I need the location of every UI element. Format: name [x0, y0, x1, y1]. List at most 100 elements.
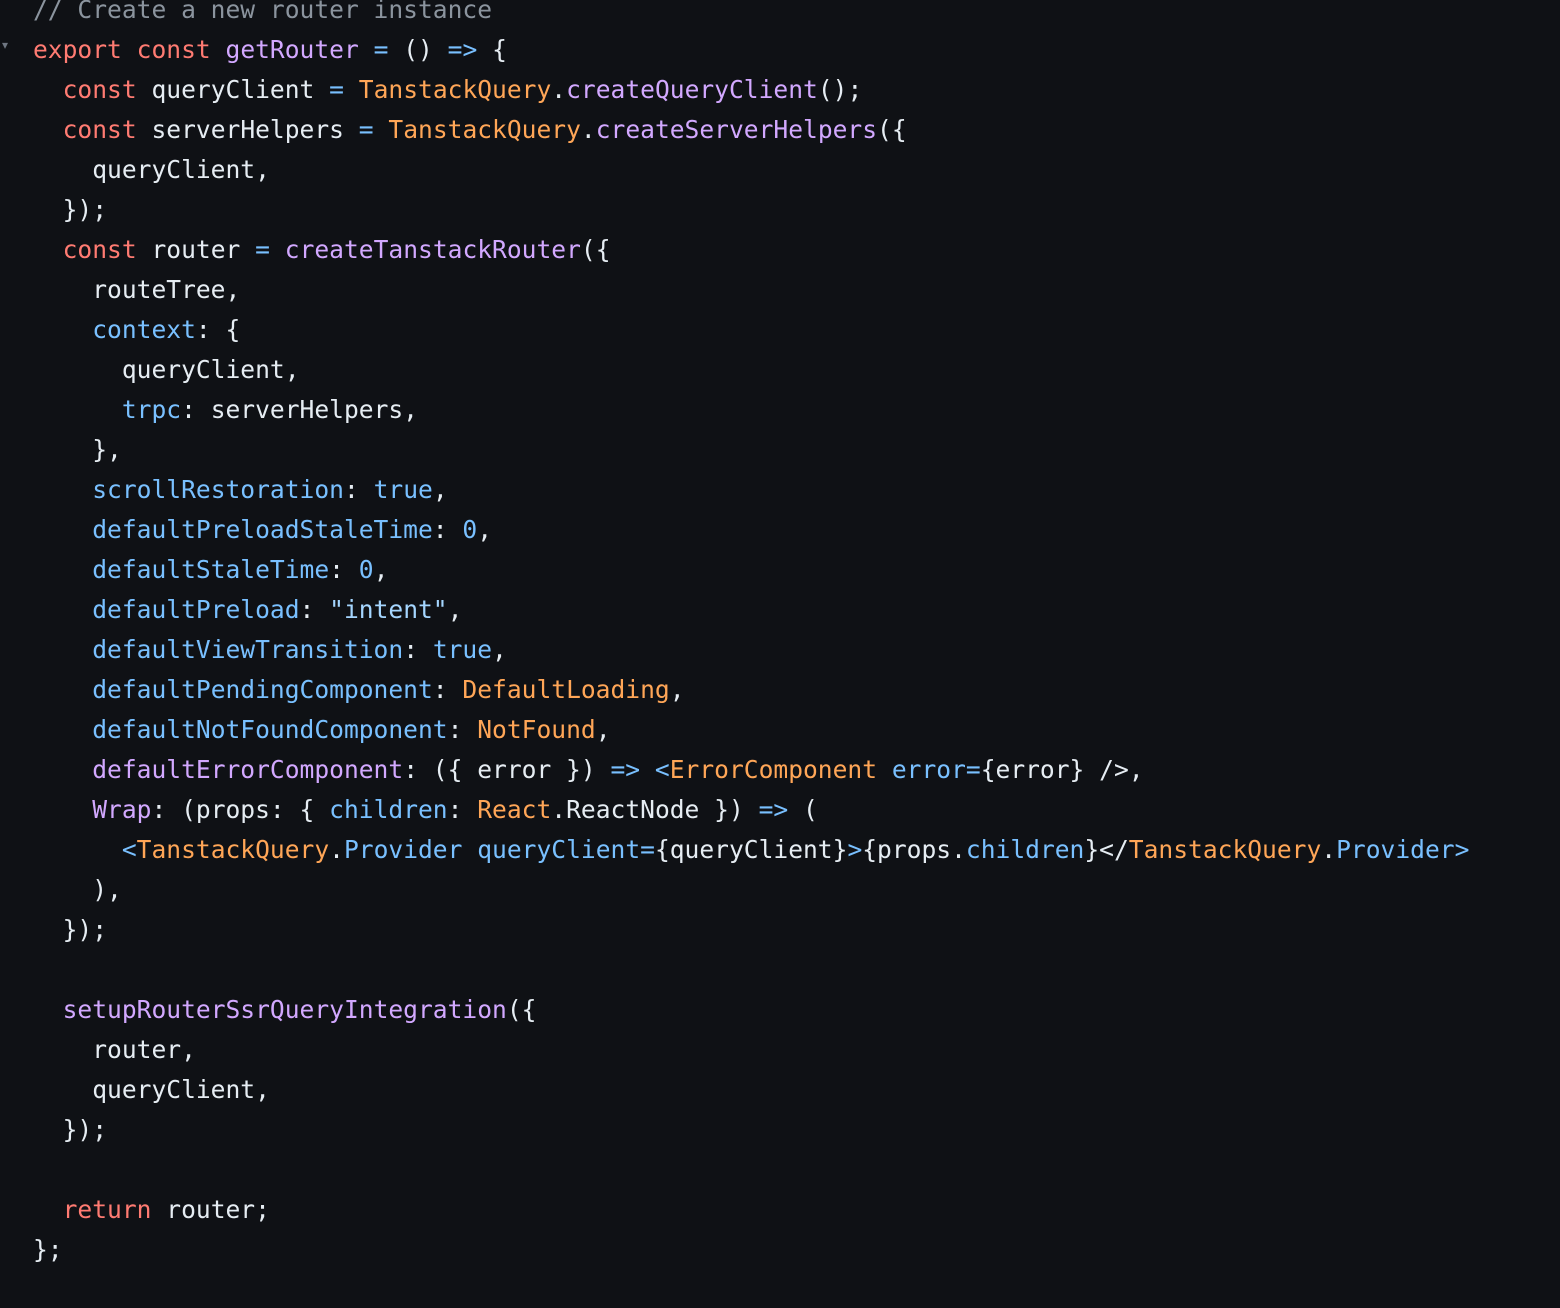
- code-line: Wrap: (props: { children: React.ReactNod…: [33, 790, 1469, 830]
- code-token-default: [33, 1195, 63, 1224]
- code-token-default: .: [329, 835, 344, 864]
- code-line: scrollRestoration: true,: [33, 470, 1469, 510]
- code-editor[interactable]: ▾ // Create a new router instance export …: [0, 0, 1560, 1308]
- code-token-operator: =>: [447, 35, 478, 64]
- code-token-default: routeTree,: [33, 275, 241, 304]
- code-token-default: [462, 835, 477, 864]
- code-token-default: {queryClient}: [654, 835, 848, 864]
- code-token-comment: // Create a new router instance: [33, 0, 493, 24]
- code-token-default: ,: [373, 555, 389, 584]
- code-token-function: defaultErrorComponent: [92, 755, 404, 784]
- code-token-operator: =: [329, 75, 344, 104]
- code-token-default: [33, 75, 63, 104]
- code-token-default: {error}: [980, 755, 1100, 784]
- code-token-default: [640, 755, 655, 784]
- code-token-default: ({: [580, 235, 611, 264]
- code-token-default: };: [33, 1235, 63, 1264]
- code-token-property: children: [329, 795, 448, 824]
- code-line: defaultNotFoundComponent: NotFound,: [33, 710, 1469, 750]
- code-token-keyword: const: [136, 35, 211, 64]
- code-token-default: [122, 35, 137, 64]
- code-token-default: });: [33, 1115, 108, 1144]
- code-token-function: createServerHelpers: [595, 115, 878, 144]
- code-token-operator: =: [640, 835, 655, 864]
- code-token-default: queryClient: [136, 75, 330, 104]
- code-line: router,: [33, 1030, 1469, 1070]
- code-line: return router;: [33, 1190, 1469, 1230]
- code-token-function: getRouter: [225, 35, 359, 64]
- code-token-default: {: [477, 35, 507, 64]
- code-line: const queryClient = TanstackQuery.create…: [33, 70, 1469, 110]
- code-token-default: ,: [477, 515, 493, 544]
- code-line: defaultPreloadStaleTime: 0,: [33, 510, 1469, 550]
- code-token-property: trpc: [121, 395, 182, 424]
- code-token-default: ,: [669, 675, 685, 704]
- code-token-default: :: [403, 635, 433, 664]
- code-token-property: defaultNotFoundComponent: [92, 715, 448, 744]
- code-token-keyword: return: [62, 1195, 152, 1224]
- code-token-property: defaultViewTransition: [92, 635, 404, 664]
- code-line: routeTree,: [33, 270, 1469, 310]
- code-token-default: [33, 595, 92, 624]
- code-token-class: TanstackQuery: [388, 115, 581, 144]
- code-token-default: : serverHelpers,: [181, 395, 418, 424]
- code-token-default: ,: [492, 635, 507, 664]
- code-token-default: ,: [1128, 755, 1144, 784]
- code-token-property: scrollRestoration: [92, 475, 344, 504]
- code-token-constant: 0: [358, 555, 374, 584]
- code-token-default: .: [551, 75, 567, 104]
- code-token-default: ({: [877, 115, 907, 144]
- code-token-default: router,: [33, 1035, 196, 1064]
- code-token-default: queryClient,: [33, 1075, 270, 1104]
- code-token-default: [270, 235, 285, 264]
- fold-chevron-icon[interactable]: ▾: [2, 38, 8, 52]
- code-token-property: defaultStaleTime: [92, 555, 330, 584]
- code-line: export const getRouter = () => {: [33, 30, 1469, 70]
- code-token-default: :: [329, 555, 359, 584]
- code-token-operator: =>: [610, 755, 641, 784]
- code-token-default: />: [1099, 755, 1129, 784]
- code-line: defaultStaleTime: 0,: [33, 550, 1469, 590]
- code-token-default: ({: [506, 995, 537, 1024]
- code-token-property: context: [92, 315, 196, 344]
- code-token-default: {props.: [862, 835, 966, 864]
- code-token-default: ();: [817, 75, 863, 104]
- code-token-default: (: [788, 795, 818, 824]
- code-line: defaultPreload: "intent",: [33, 590, 1469, 630]
- code-token-property: Provider: [343, 835, 463, 864]
- code-token-constant: 0: [462, 515, 478, 544]
- code-token-keyword: const: [62, 75, 137, 104]
- code-line: context: {: [33, 310, 1469, 350]
- code-token-operator: =: [255, 235, 270, 264]
- code-token-default: [33, 715, 92, 744]
- code-token-class: NotFound: [477, 715, 596, 744]
- code-token-property: Provider: [1336, 835, 1455, 864]
- code-token-default: : (props: {: [151, 795, 330, 824]
- code-line: },: [33, 430, 1469, 470]
- code-line: const serverHelpers = TanstackQuery.crea…: [33, 110, 1469, 150]
- code-token-default: },: [33, 435, 122, 464]
- code-token-default: [359, 35, 374, 64]
- code-line: defaultViewTransition: true,: [33, 630, 1469, 670]
- code-token-class: TanstackQuery: [358, 75, 552, 104]
- code-token-default: [33, 555, 92, 584]
- code-token-default: [33, 635, 92, 664]
- code-token-operator: =: [373, 35, 389, 64]
- code-line: defaultPendingComponent: DefaultLoading,: [33, 670, 1469, 710]
- code-token-property: defaultPendingComponent: [92, 675, 433, 704]
- code-token-operator: <: [121, 835, 137, 864]
- code-line: });: [33, 910, 1469, 950]
- code-token-default: [33, 675, 92, 704]
- code-token-attr: queryClient: [477, 835, 641, 864]
- code-token-function: createQueryClient: [566, 75, 818, 104]
- code-token-default: :: [432, 675, 463, 704]
- code-block: // Create a new router instance export co…: [33, 0, 1469, 1270]
- code-token-operator: >: [1454, 835, 1470, 864]
- code-line: setupRouterSsrQueryIntegration({: [33, 990, 1469, 1030]
- code-token-default: [33, 515, 92, 544]
- code-token-property: defaultPreloadStaleTime: [92, 515, 433, 544]
- code-token-operator: =: [358, 115, 374, 144]
- code-token-default: [33, 235, 63, 264]
- code-token-function: Wrap: [92, 795, 152, 824]
